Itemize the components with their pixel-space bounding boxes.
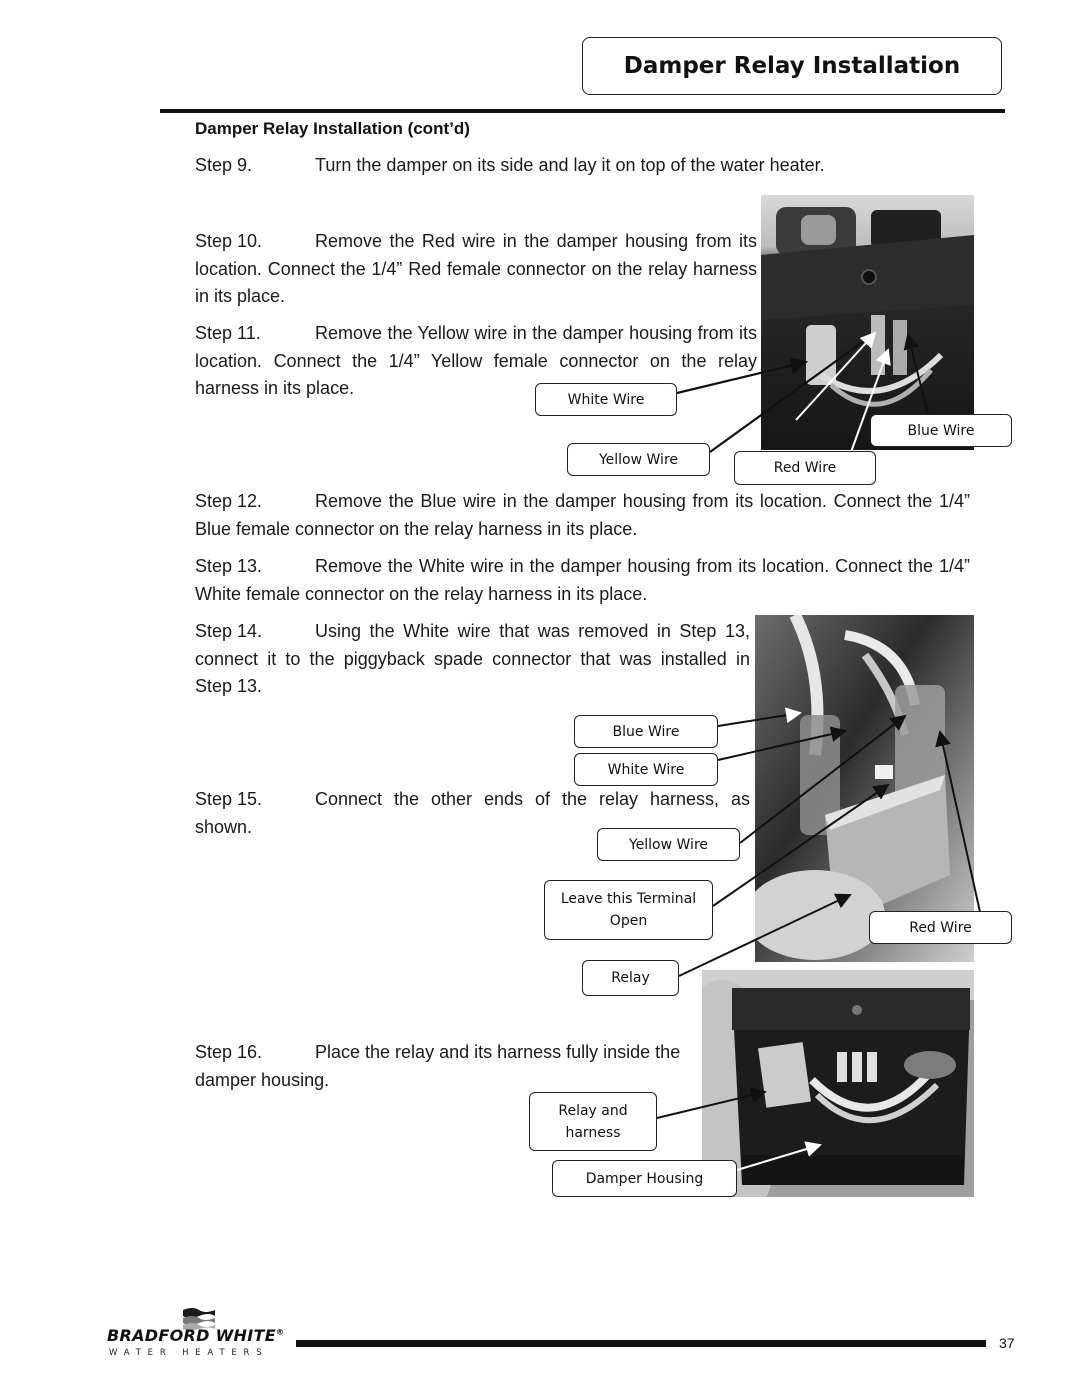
- callout-damper-housing: Damper Housing: [552, 1160, 737, 1197]
- section-heading: Damper Relay Installation (cont’d): [195, 119, 470, 138]
- step-13: Step 13. Remove the White wire in the dam…: [195, 553, 970, 608]
- step-number: Step 14.: [195, 621, 263, 641]
- page-title-box: Damper Relay Installation: [582, 37, 1002, 95]
- callout-red-wire: Red Wire: [869, 911, 1012, 944]
- step-12: Step 12. Remove the Blue wire in the damp…: [195, 488, 970, 543]
- step-number: Step 15.: [195, 789, 263, 809]
- header-rule: [160, 109, 1005, 113]
- callout-yellow-wire: Yellow Wire: [567, 443, 710, 476]
- callout-red-wire: Red Wire: [734, 451, 876, 485]
- bradford-white-logo: BRADFORD WHITE® WATER HEATERS: [107, 1306, 297, 1366]
- callout-white-wire: White Wire: [574, 753, 718, 786]
- callout-relay-and-harness: Relay and harness: [529, 1092, 657, 1151]
- brand-tagline: WATER HEATERS: [109, 1348, 269, 1358]
- callout-white-wire: White Wire: [535, 383, 677, 416]
- step-number: Step 10.: [195, 231, 263, 251]
- brand-name: BRADFORD WHITE: [107, 1326, 276, 1345]
- relay-harness-photo: [755, 615, 974, 962]
- callout-blue-wire: Blue Wire: [574, 715, 718, 748]
- step-16: Step 16. Place the relay and its harness …: [195, 1039, 705, 1094]
- callout-yellow-wire: Yellow Wire: [597, 828, 740, 861]
- step-14: Step 14. Using the White wire that was re…: [195, 618, 750, 701]
- step-text: Turn the damper on its side and lay it o…: [315, 155, 825, 175]
- footer-rule: [296, 1340, 986, 1347]
- step-number: Step 11.: [195, 323, 261, 343]
- step-number: Step 13.: [195, 556, 263, 576]
- step-number: Step 9.: [195, 155, 253, 175]
- callout-leave-terminal-open: Leave this Terminal Open: [544, 880, 713, 940]
- step-9: Step 9. Turn the damper on its side and l…: [195, 152, 975, 180]
- step-number: Step 12.: [195, 491, 263, 511]
- registered-mark: ®: [275, 1327, 285, 1337]
- step-number: Step 16.: [195, 1042, 263, 1062]
- page-title: Damper Relay Installation: [623, 53, 961, 79]
- step-10: Step 10. Remove the Red wire in the dampe…: [195, 228, 757, 311]
- page-number: 37: [999, 1335, 1015, 1351]
- callout-blue-wire: Blue Wire: [870, 414, 1012, 447]
- damper-housing-wires-photo: [761, 195, 974, 450]
- relay-in-housing-photo: [702, 970, 974, 1197]
- callout-relay: Relay: [582, 960, 679, 996]
